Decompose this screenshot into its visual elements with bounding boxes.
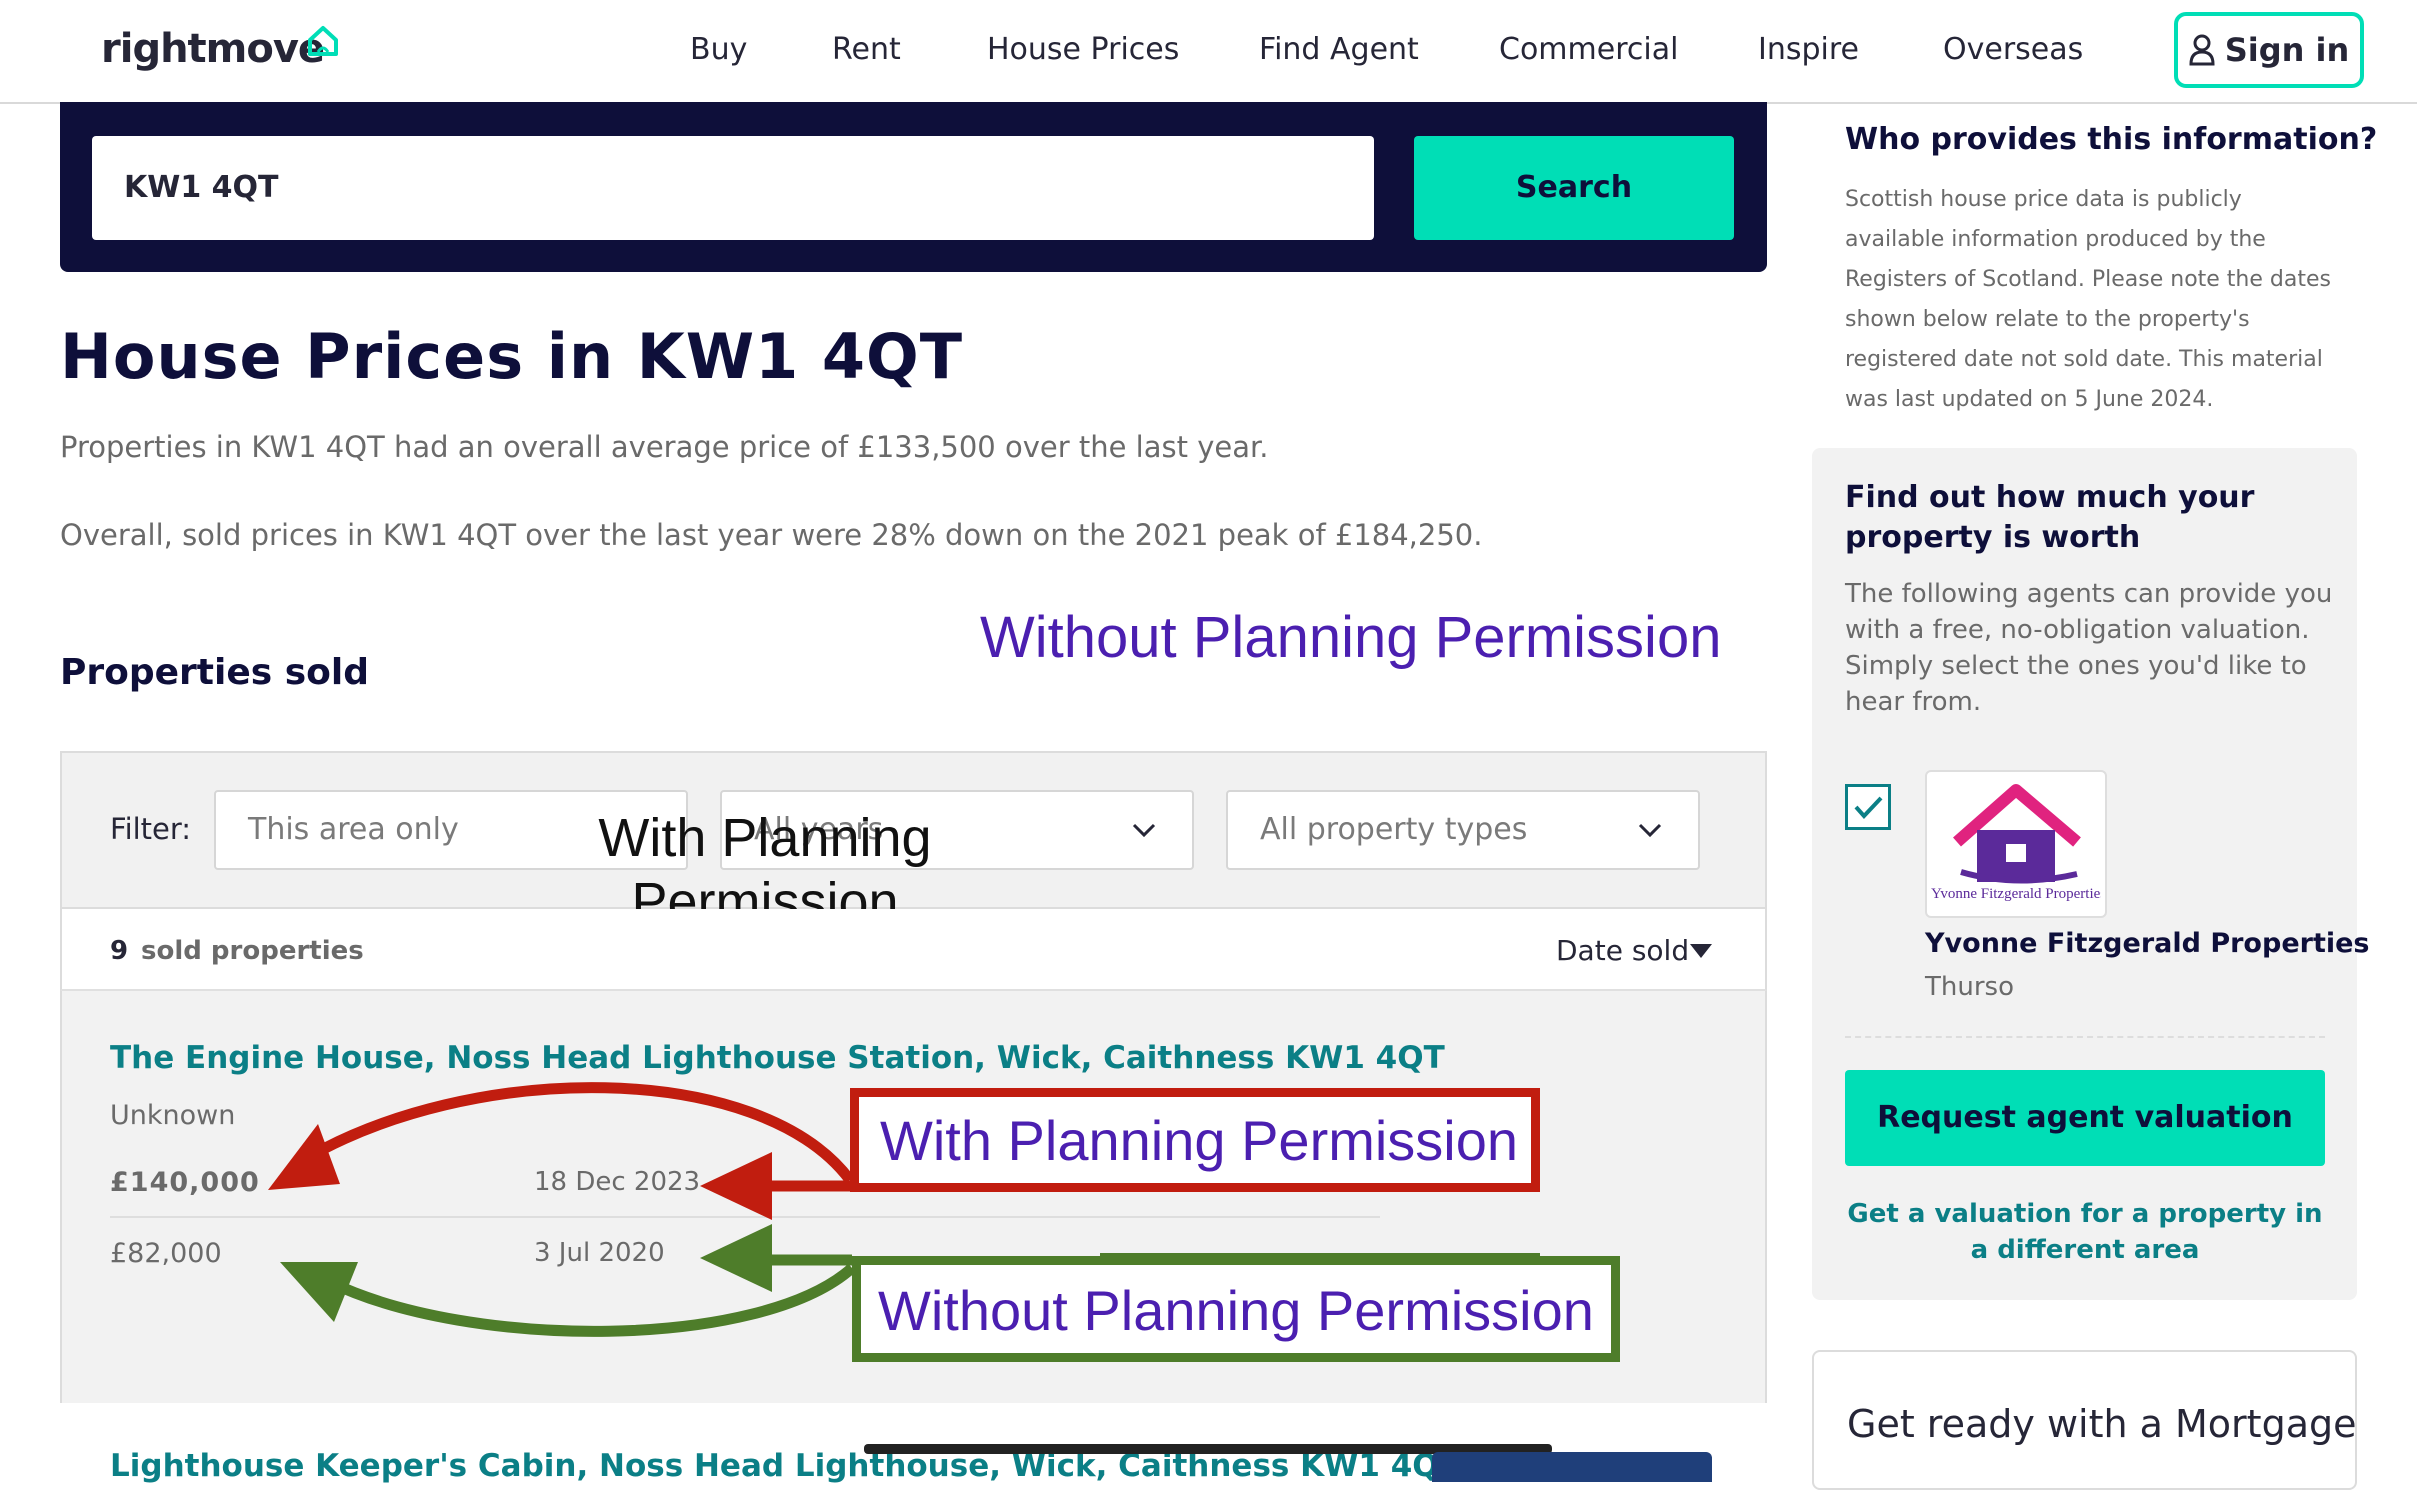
nav-house-prices[interactable]: House Prices (987, 32, 1179, 67)
mortgage-heading: Get ready with a Mortgage (1847, 1402, 2357, 1446)
sale-price: £82,000 (110, 1238, 222, 1269)
request-valuation-button[interactable]: Request agent valuation (1845, 1070, 2325, 1166)
info-source-heading: Who provides this information? (1845, 122, 2378, 157)
chevron-down-icon (1638, 823, 1662, 838)
properties-sold-heading: Properties sold (60, 652, 370, 693)
nav-buy[interactable]: Buy (690, 32, 747, 67)
agent-logo: Yvonne Fitzgerald Properties (1925, 770, 2107, 918)
checkmark-icon (1854, 796, 1883, 819)
rightmove-logo[interactable]: rightmove (101, 26, 325, 72)
sold-count-label: sold properties (141, 936, 364, 966)
property-address-link[interactable]: The Engine House, Noss Head Lighthouse S… (110, 1040, 1445, 1076)
property-types-select[interactable]: All property types (1226, 790, 1700, 870)
sold-count: 9 (110, 936, 129, 966)
user-icon (2189, 34, 2215, 66)
valuation-description: The following agents can provide you wit… (1845, 579, 2333, 717)
area-select-value: This area only (248, 812, 459, 847)
agent-checkbox[interactable] (1845, 784, 1891, 830)
property-type: Unknown (110, 1100, 236, 1131)
nav-find-agent[interactable]: Find Agent (1259, 32, 1419, 67)
nav-rent[interactable]: Rent (832, 32, 901, 67)
chevron-down-icon (1132, 823, 1156, 838)
sale-date: 3 Jul 2020 (534, 1238, 665, 1268)
page-title: House Prices in KW1 4QT (60, 320, 963, 393)
info-source-text: Scottish house price data is publicly av… (1845, 187, 2331, 412)
caret-down-icon[interactable] (1690, 944, 1712, 958)
search-button[interactable]: Search (1414, 136, 1734, 240)
property-photo[interactable] (1432, 1452, 1712, 1482)
summary-average-price: Properties in KW1 4QT had an overall ave… (60, 430, 1269, 464)
nav-overseas[interactable]: Overseas (1943, 32, 2083, 67)
agent-logo-text: Yvonne Fitzgerald Properties (1931, 886, 2101, 902)
annotation-mid-line1: With Planning (598, 808, 932, 868)
nav-commercial[interactable]: Commercial (1499, 32, 1678, 67)
filter-label: Filter: (110, 812, 192, 846)
nav-inspire[interactable]: Inspire (1758, 32, 1859, 67)
sign-in-button[interactable]: Sign in (2174, 12, 2364, 88)
sort-date-sold[interactable]: Date sold (1556, 934, 1689, 967)
agent-name: Yvonne Fitzgerald Properties (1925, 928, 2370, 959)
valuation-heading: Find out how much your property is worth (1845, 480, 2255, 555)
sale-row-divider (110, 1216, 1380, 1218)
annotation-with-permission-label: With Planning Permission (880, 1109, 1519, 1172)
agent-location: Thurso (1925, 972, 2014, 1002)
sale-date: 18 Dec 2023 (534, 1167, 701, 1197)
sign-in-label: Sign in (2224, 31, 2350, 69)
agent-divider (1845, 1036, 2325, 1038)
annotation-without-permission-label: Without Planning Permission (878, 1279, 1594, 1342)
annotation-without-permission-top: Without Planning Permission (980, 605, 1722, 670)
property-types-select-value: All property types (1260, 812, 1528, 847)
house-logo-icon (308, 26, 338, 56)
sale-price: £140,000 (110, 1167, 260, 1198)
summary-peak-comparison: Overall, sold prices in KW1 4QT over the… (60, 518, 1483, 552)
different-area-valuation-link[interactable]: Get a valuation for a property in a diff… (1845, 1196, 2325, 1268)
search-input[interactable]: KW1 4QT (92, 136, 1374, 240)
